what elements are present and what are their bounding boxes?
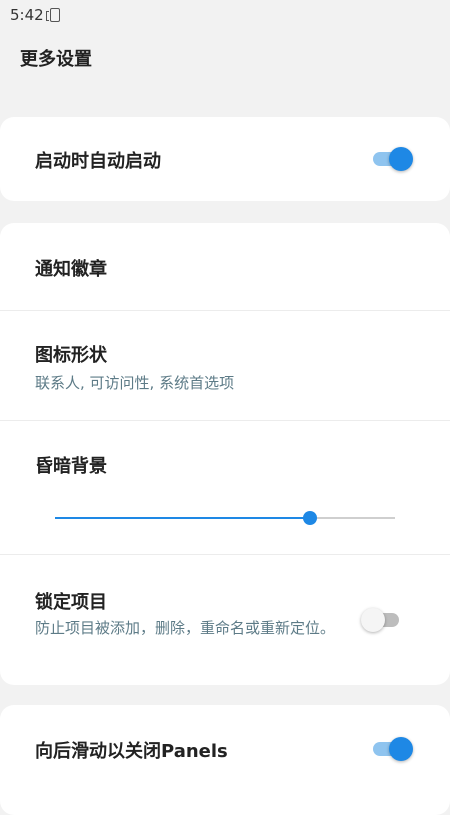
divider (0, 554, 450, 555)
auto-start-label: 启动时自动启动 (35, 151, 161, 172)
toggle-thumb (361, 608, 385, 632)
settings-card-startup: 启动时自动启动 (0, 117, 450, 201)
dim-background-slider[interactable] (55, 508, 395, 528)
dim-background-label: 昏暗背景 (35, 456, 107, 477)
swipe-back-close-label: 向后滑动以关闭Panels (35, 741, 228, 762)
swipe-back-close-toggle[interactable] (369, 736, 413, 762)
lock-items-toggle[interactable] (361, 607, 405, 633)
notification-badge-label: 通知徽章 (35, 259, 107, 280)
status-time: 5:42 (10, 6, 44, 24)
page-title: 更多设置 (20, 49, 92, 70)
lock-items-summary: 防止项目被添加，删除，重命名或重新定位。 (35, 619, 336, 637)
toggle-thumb (389, 147, 413, 171)
icon-shape-summary: 联系人, 可访问性, 系统首选项 (35, 374, 235, 392)
divider (0, 420, 450, 421)
toggle-thumb (389, 737, 413, 761)
settings-card-main: 通知徽章 图标形状 联系人, 可访问性, 系统首选项 昏暗背景 锁定项目 防止项… (0, 223, 450, 685)
divider (0, 310, 450, 311)
auto-start-toggle[interactable] (369, 146, 413, 172)
icon-shape-label: 图标形状 (35, 345, 107, 366)
setting-dim-background: 昏暗背景 (0, 452, 450, 478)
lock-items-label: 锁定项目 (35, 592, 107, 613)
status-bar: 5:42 (0, 0, 450, 30)
settings-card-panels: 向后滑动以关闭Panels (0, 705, 450, 815)
slider-knob[interactable] (303, 511, 317, 525)
dual-screen-icon (45, 8, 60, 22)
setting-icon-shape[interactable]: 图标形状 联系人, 可访问性, 系统首选项 (0, 341, 450, 394)
slider-fill (55, 517, 310, 519)
setting-notification-badge[interactable]: 通知徽章 (0, 255, 450, 281)
